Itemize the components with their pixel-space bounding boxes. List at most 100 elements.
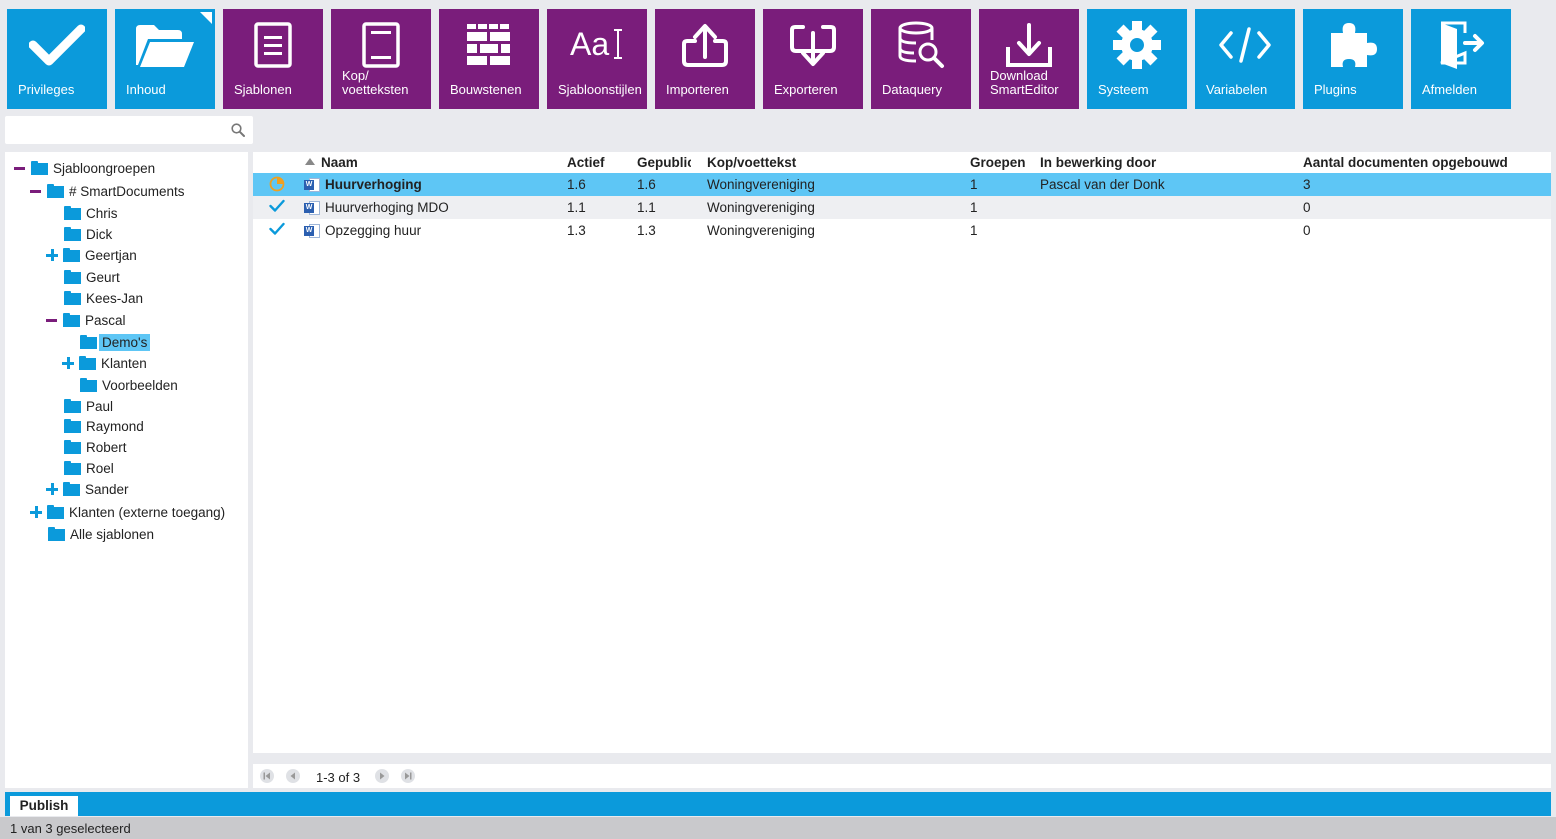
cell-gepubliceerd: 1.1: [637, 200, 656, 215]
folder-icon: [64, 227, 81, 241]
last-page-button[interactable]: [401, 769, 415, 783]
tree-node-geertjan[interactable]: Geertjan: [45, 245, 137, 265]
cell-groepen: 1: [970, 177, 978, 192]
search-input[interactable]: [11, 121, 221, 139]
tree-node-label: Robert: [86, 439, 127, 455]
kop-voetteksten-button[interactable]: Kop/ voetteksten: [331, 9, 431, 109]
column-header-naam[interactable]: Naam: [321, 155, 561, 170]
next-page-icon: [380, 772, 385, 780]
sjablonen-label: Sjablonen: [234, 82, 292, 97]
plugins-button[interactable]: Plugins: [1303, 9, 1403, 109]
variabelen-label: Variabelen: [1206, 82, 1268, 97]
folder-icon: [31, 161, 48, 175]
header-footer-icon: [362, 22, 400, 68]
expand-toggle-icon[interactable]: [29, 505, 42, 519]
table-row[interactable]: W Opzegging huur 1.3 1.3 Woningverenigin…: [253, 219, 1551, 242]
last-page-icon: [405, 772, 412, 780]
tree-node-voorbeelden[interactable]: Voorbeelden: [80, 375, 178, 395]
tree-node-alle-sjablonen[interactable]: Alle sjablonen: [48, 524, 154, 544]
cell-groepen: 1: [970, 223, 978, 238]
checkmark-icon: [29, 24, 85, 66]
kop-voetteksten-label: Kop/ voetteksten: [342, 68, 409, 97]
systeem-button[interactable]: Systeem: [1087, 9, 1187, 109]
importeren-button[interactable]: Importeren: [655, 9, 755, 109]
search-icon[interactable]: [231, 123, 245, 137]
inhoud-button[interactable]: Inhoud: [115, 9, 215, 109]
expand-toggle-icon[interactable]: [45, 482, 58, 496]
first-page-button[interactable]: [260, 769, 274, 783]
bottom-tab-bar: Publish: [5, 792, 1551, 816]
tree-node-klanten-extern[interactable]: Klanten (externe toegang): [29, 502, 225, 522]
folder-icon: [80, 378, 97, 392]
column-header-actief[interactable]: Actief: [567, 155, 631, 170]
sjablonen-button[interactable]: Sjablonen: [223, 9, 323, 109]
tab-publish[interactable]: Publish: [10, 796, 78, 816]
collapse-toggle-icon[interactable]: [29, 184, 42, 198]
tree-node-kees-jan[interactable]: Kees-Jan: [64, 288, 143, 308]
folder-icon: [64, 206, 81, 220]
folder-icon: [63, 248, 80, 262]
sjabloonstijlen-button[interactable]: Aa Sjabloonstijlen: [547, 9, 647, 109]
tree-node-demos[interactable]: Demo's: [80, 332, 151, 352]
tree-node-sjabloongroepen[interactable]: Sjabloongroepen: [13, 158, 155, 178]
cell-aantal-documenten: 0: [1303, 200, 1311, 215]
search-box: [5, 116, 253, 144]
tree-node-sander[interactable]: Sander: [45, 479, 129, 499]
database-search-icon: [898, 21, 944, 68]
cell-actief: 1.1: [567, 200, 586, 215]
tree-node-paul[interactable]: Paul: [64, 396, 113, 416]
exporteren-button[interactable]: Exporteren: [763, 9, 863, 109]
tree-node-robert[interactable]: Robert: [64, 437, 127, 457]
tree-node-chris[interactable]: Chris: [64, 203, 118, 223]
tree-node-label: Sjabloongroepen: [53, 160, 156, 176]
cell-kop-voettekst: Woningvereniging: [707, 200, 815, 215]
tree-node-raymond[interactable]: Raymond: [64, 416, 144, 436]
column-header-kop-voettekst[interactable]: Kop/voettekst: [707, 155, 962, 170]
table-row[interactable]: W Huurverhoging MDO 1.1 1.1 Woningvereni…: [253, 196, 1551, 219]
cell-in-bewerking-door: Pascal van der Donk: [1040, 177, 1165, 192]
tree-node-label: Geurt: [86, 269, 120, 285]
download-smarteditor-button[interactable]: Download SmartEditor: [979, 9, 1079, 109]
tree-node-geurt[interactable]: Geurt: [64, 267, 120, 287]
tree-node-pascal[interactable]: Pascal: [45, 310, 126, 330]
column-header-in-bewerking-door[interactable]: In bewerking door: [1040, 155, 1295, 170]
table-header: Naam Actief Gepublic Kop/voettekst Groep…: [253, 152, 1551, 173]
dataquery-button[interactable]: Dataquery: [871, 9, 971, 109]
collapse-toggle-icon[interactable]: [45, 313, 58, 327]
previous-page-button[interactable]: [286, 769, 300, 783]
sort-ascending-icon[interactable]: [305, 158, 315, 165]
tree-node-label: Geertjan: [85, 247, 137, 263]
export-icon: [790, 25, 836, 66]
previous-page-icon: [290, 772, 295, 780]
folder-icon: [63, 482, 80, 496]
download-icon: [1006, 23, 1052, 67]
expand-toggle-icon[interactable]: [45, 248, 58, 262]
table-row[interactable]: W Huurverhoging 1.6 1.6 Woningvereniging…: [253, 173, 1551, 196]
column-header-aantal-documenten[interactable]: Aantal documenten opgebouwd: [1303, 155, 1543, 170]
text-style-icon: Aa: [570, 26, 622, 62]
expand-toggle-icon[interactable]: [61, 356, 74, 370]
privileges-button[interactable]: Privileges: [7, 9, 107, 109]
building-blocks-icon: [467, 24, 510, 65]
tree-node-label: Voorbeelden: [102, 377, 178, 393]
tree-node-smartdocuments[interactable]: # SmartDocuments: [29, 181, 185, 201]
afmelden-button[interactable]: Afmelden: [1411, 9, 1511, 109]
variabelen-button[interactable]: Variabelen: [1195, 9, 1295, 109]
tree-node-label: Demo's: [99, 333, 151, 351]
dataquery-label: Dataquery: [882, 82, 942, 97]
column-header-gepubliceerd[interactable]: Gepublic: [637, 155, 691, 170]
tree-node-label: Dick: [86, 226, 113, 242]
tree-node-roel[interactable]: Roel: [64, 458, 114, 478]
code-icon: [1219, 27, 1271, 63]
cell-kop-voettekst: Woningvereniging: [707, 177, 815, 192]
collapse-toggle-icon[interactable]: [13, 161, 26, 175]
next-page-button[interactable]: [375, 769, 389, 783]
bouwstenen-button[interactable]: Bouwstenen: [439, 9, 539, 109]
tree-node-klanten[interactable]: Klanten: [61, 353, 147, 373]
pagination-bar: 1-3 of 3: [253, 764, 1551, 788]
tree-node-dick[interactable]: Dick: [64, 224, 112, 244]
cell-gepubliceerd: 1.3: [637, 223, 656, 238]
published-check-icon: [269, 222, 285, 235]
import-icon: [682, 24, 728, 67]
column-header-groepen[interactable]: Groepen: [970, 155, 1034, 170]
